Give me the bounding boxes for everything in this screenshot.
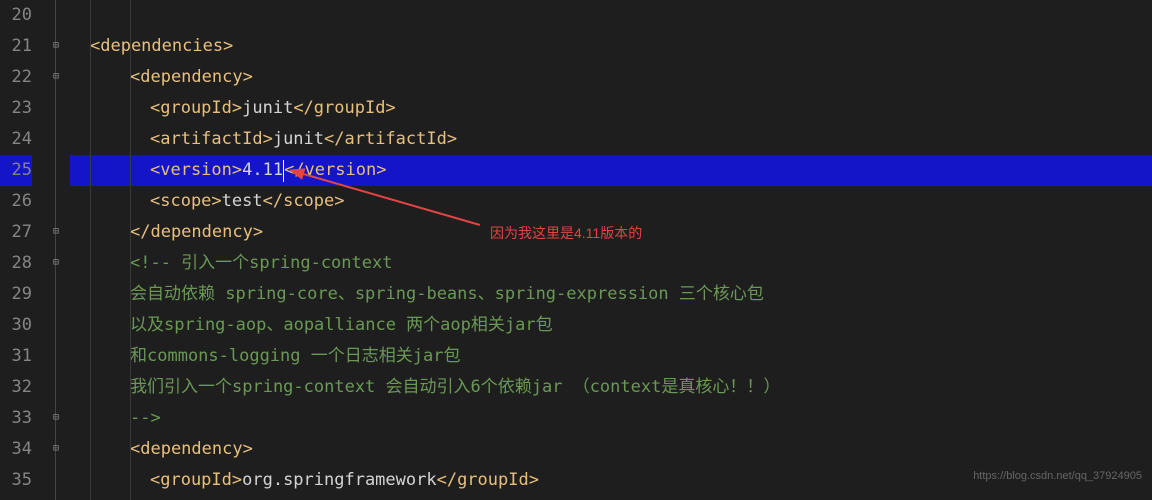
code-line[interactable]: 以及spring-aop、aopalliance 两个aop相关jar包 [70, 310, 1152, 341]
code-line[interactable]: <!-- 引入一个spring-context [70, 248, 1152, 279]
code-line[interactable]: 会自动依赖 spring-core、spring-beans、spring-ex… [70, 279, 1152, 310]
code-editor[interactable]: 20 21 22 23 24 25 26 27 28 29 30 31 32 3… [0, 0, 1152, 500]
code-line[interactable] [70, 0, 1152, 31]
code-area[interactable]: <dependencies> <dependency> <groupId>jun… [70, 0, 1152, 500]
line-number: 29 [0, 279, 32, 310]
code-line[interactable]: <dependencies> [70, 31, 1152, 62]
code-line[interactable]: 和commons-logging 一个日志相关jar包 [70, 341, 1152, 372]
line-number: 34 [0, 434, 32, 465]
line-number: 24 [0, 124, 32, 155]
line-number: 23 [0, 93, 32, 124]
code-line[interactable]: <artifactId>junit</artifactId> [70, 124, 1152, 155]
line-number: 30 [0, 310, 32, 341]
line-number: 33 [0, 403, 32, 434]
line-number: 32 [0, 372, 32, 403]
code-line[interactable]: <dependency> [70, 62, 1152, 93]
fold-column: ⊟ ⊟ ⊟ ⊟ ⊟ ⊟ [40, 0, 70, 500]
line-number: 20 [0, 0, 32, 31]
fold-icon[interactable]: ⊟ [50, 257, 62, 269]
fold-icon[interactable]: ⊟ [50, 412, 62, 424]
code-line[interactable]: <scope>test</scope> [70, 186, 1152, 217]
annotation-text: 因为我这里是4.11版本的 [490, 218, 642, 249]
line-number: 35 [0, 465, 32, 496]
line-number-gutter: 20 21 22 23 24 25 26 27 28 29 30 31 32 3… [0, 0, 40, 500]
code-line[interactable]: 我们引入一个spring-context 会自动引入6个依赖jar （conte… [70, 372, 1152, 403]
line-number: 28 [0, 248, 32, 279]
fold-icon[interactable]: ⊟ [50, 443, 62, 455]
fold-icon[interactable]: ⊟ [50, 71, 62, 83]
line-number: 25 [0, 155, 32, 186]
line-number: 31 [0, 341, 32, 372]
fold-icon[interactable]: ⊟ [50, 40, 62, 52]
line-number: 22 [0, 62, 32, 93]
watermark: https://blog.csdn.net/qq_37924905 [973, 461, 1142, 492]
line-number: 21 [0, 31, 32, 62]
code-line-highlighted[interactable]: <version>4.11</version> [70, 155, 1152, 186]
line-number: 26 [0, 186, 32, 217]
line-number: 27 [0, 217, 32, 248]
code-line[interactable]: --> [70, 403, 1152, 434]
fold-icon[interactable]: ⊟ [50, 226, 62, 238]
code-line[interactable]: <groupId>junit</groupId> [70, 93, 1152, 124]
